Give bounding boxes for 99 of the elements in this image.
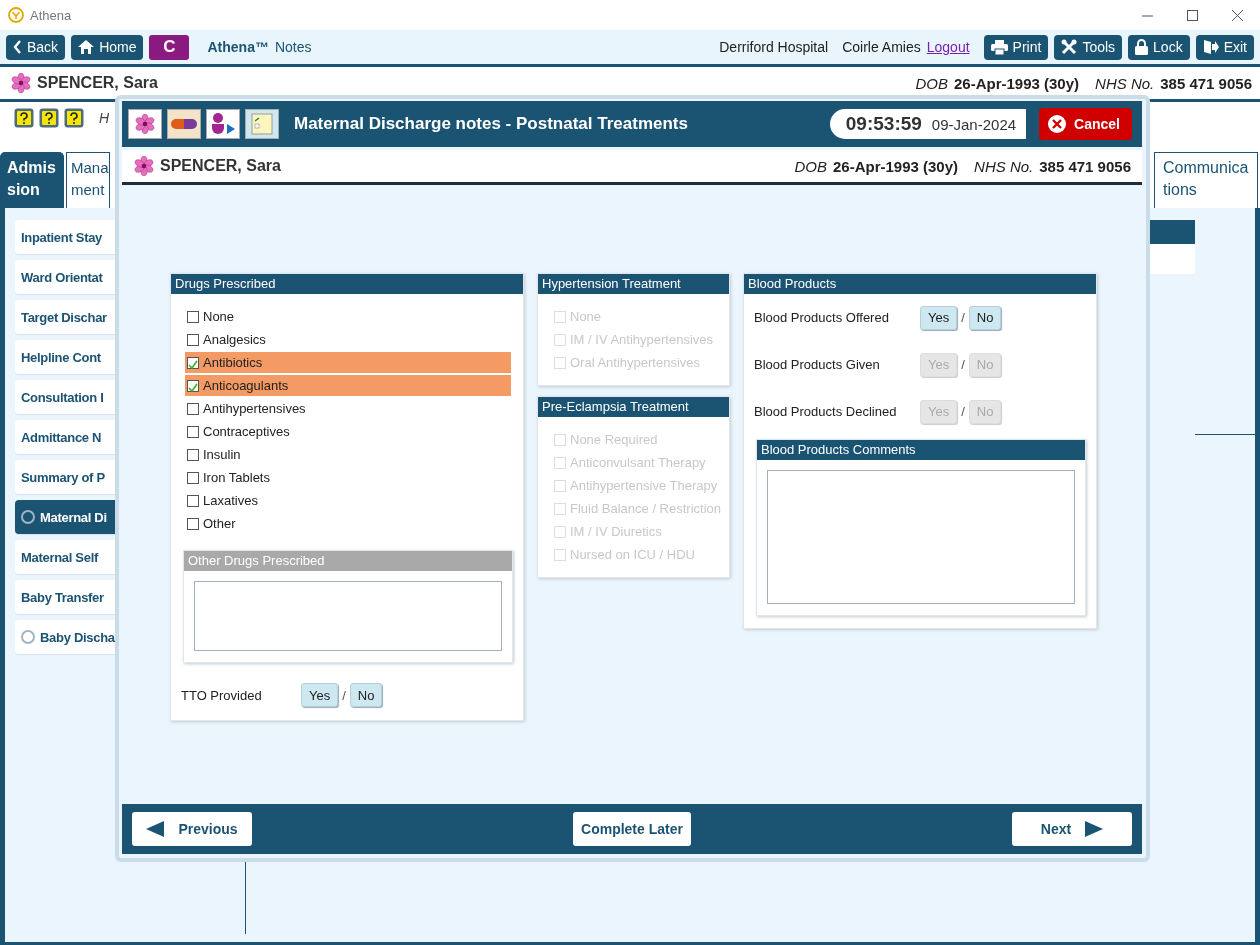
yes-button[interactable]: Yes — [301, 683, 339, 707]
triangle-right-icon — [1085, 821, 1104, 837]
help-icon — [64, 108, 84, 128]
notepad-tile[interactable] — [245, 109, 279, 139]
separator-text: / — [961, 404, 965, 419]
radio-icon — [21, 510, 35, 524]
field-label: Blood Products Given — [754, 357, 881, 372]
tools-button[interactable]: Tools — [1054, 34, 1123, 60]
panel-header: Blood Products Comments — [757, 440, 1085, 460]
checkbox[interactable] — [187, 517, 199, 530]
notepad-icon — [250, 112, 274, 136]
tab[interactable]: Communications — [1154, 152, 1258, 208]
checkbox[interactable] — [187, 448, 199, 461]
nhs-label: NHS No. — [974, 157, 1034, 175]
checkbox-option[interactable]: Laxatives — [185, 490, 511, 511]
dob-label: DOB — [915, 74, 948, 92]
separator-text: / — [961, 310, 965, 325]
checkbox-option[interactable]: Insulin — [185, 444, 511, 465]
user-name: Coirle Amies — [842, 39, 921, 55]
no-button[interactable]: No — [349, 683, 383, 707]
previous-button[interactable]: Previous — [132, 812, 252, 846]
field-label: Blood Products Offered — [754, 310, 890, 325]
clock-date: 09-Jan-2024 — [931, 115, 1017, 133]
hospital-name: Derriford Hospital — [719, 39, 829, 55]
capsule-icon — [171, 119, 197, 129]
nhs-number: 385 471 9056 — [1160, 74, 1252, 92]
lock-icon — [1135, 39, 1149, 55]
flower-icon — [134, 156, 154, 176]
home-icon — [78, 40, 95, 54]
triangle-left-icon — [146, 821, 165, 837]
checkbox[interactable] — [187, 379, 199, 392]
brand-name: Athena™ — [207, 39, 269, 55]
radio-icon — [21, 630, 35, 644]
no-button[interactable]: No — [968, 305, 1002, 330]
maximize-icon[interactable] — [1187, 9, 1198, 21]
patient-name: SPENCER, Sara — [37, 74, 158, 92]
separator-text: / — [961, 357, 965, 372]
next-button[interactable]: Next — [1012, 812, 1132, 846]
checkbox-option[interactable]: Other — [185, 513, 511, 534]
complete-later-button[interactable]: Complete Later — [573, 812, 691, 846]
nhs-label: NHS No. — [1095, 74, 1155, 92]
nhs-number: 385 471 9056 — [1039, 157, 1131, 175]
dob-label: DOB — [794, 157, 827, 175]
exit-icon — [1202, 39, 1219, 55]
checkbox-option[interactable]: None — [185, 306, 511, 327]
back-button[interactable]: Back — [6, 34, 66, 60]
checkbox-option[interactable]: Antibiotics — [185, 352, 511, 373]
flower-tile[interactable] — [128, 109, 162, 139]
window-title: Athena — [30, 7, 73, 23]
field-label: Blood Products Declined — [754, 404, 898, 419]
clock-time: 09:53:59 — [845, 113, 922, 135]
close-icon[interactable] — [1232, 9, 1243, 21]
patient-name: SPENCER, Sara — [160, 157, 281, 175]
panel-header: Blood Products — [744, 274, 1096, 294]
checkbox[interactable] — [187, 425, 199, 438]
checkbox-option[interactable]: Analgesics — [185, 329, 511, 350]
checkbox-option[interactable]: Contraceptives — [185, 421, 511, 442]
close-icon — [1047, 114, 1068, 134]
dialog-title: Maternal Discharge notes - Postnatal Treatments — [294, 114, 689, 134]
yes-button[interactable]: Yes — [920, 305, 958, 330]
flower-icon — [135, 114, 155, 134]
checkbox[interactable] — [187, 310, 199, 323]
printer-icon — [990, 39, 1008, 55]
dob-value: 26-Apr-1993 (30y) — [954, 74, 1080, 92]
print-button[interactable]: Print — [983, 34, 1049, 60]
cancel-button[interactable]: Cancel — [1039, 108, 1132, 140]
dob-value: 26-Apr-1993 (30y) — [833, 157, 959, 175]
product-name: Notes — [274, 39, 312, 55]
person-arrow-icon — [210, 112, 236, 136]
chevron-left-icon — [13, 40, 22, 54]
home-button[interactable]: Home — [71, 34, 144, 60]
checkbox[interactable] — [187, 471, 199, 484]
checkbox-option[interactable]: Antihypertensives — [185, 398, 511, 419]
note-text: H — [99, 109, 110, 128]
capsule-tile[interactable] — [167, 109, 201, 139]
checkbox-option[interactable]: Iron Tablets — [185, 467, 511, 488]
panel-header: Hypertension Treatment — [538, 274, 729, 294]
flower-icon — [11, 73, 31, 93]
app-logo-icon — [8, 7, 24, 23]
tab[interactable]: Mana ment — [66, 152, 110, 208]
checkbox[interactable] — [187, 402, 199, 415]
lock-button[interactable]: Lock — [1128, 34, 1190, 60]
checkbox[interactable] — [187, 333, 199, 346]
logout-link[interactable]: Logout — [926, 39, 970, 55]
exit-button[interactable]: Exit — [1195, 34, 1254, 60]
app-badge[interactable]: C — [149, 34, 190, 60]
checkbox[interactable] — [187, 494, 199, 507]
panel-header: Drugs Prescribed — [171, 274, 523, 294]
checkbox-option[interactable]: Anticoagulants — [185, 375, 511, 396]
field-label: TTO Provided — [181, 687, 263, 703]
panel-header: Pre-Eclampsia Treatment — [538, 397, 729, 417]
checkbox[interactable] — [187, 356, 199, 369]
tab[interactable]: Admission — [0, 152, 64, 208]
tools-icon — [1061, 39, 1078, 55]
panel-header: Other Drugs Prescribed — [184, 551, 512, 571]
help-icon — [14, 108, 34, 128]
separator-text: / — [342, 687, 346, 703]
help-icon — [39, 108, 59, 128]
person-tile[interactable] — [206, 109, 240, 139]
